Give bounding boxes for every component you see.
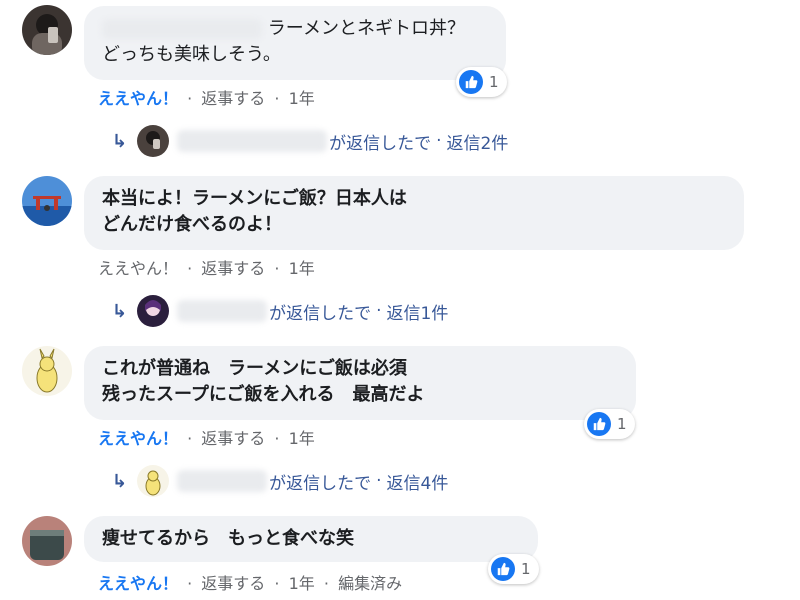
- reply-arrow-icon: ↳: [112, 300, 128, 322]
- timestamp[interactable]: 1年: [289, 259, 315, 278]
- separator: ·: [274, 89, 280, 108]
- avatar[interactable]: [22, 176, 72, 226]
- redacted-replier-name: [177, 300, 268, 322]
- avatar[interactable]: [22, 516, 72, 566]
- replied-text: が返信したで: [269, 303, 372, 324]
- thumbs-up-icon: [587, 412, 611, 436]
- separator: ·: [187, 259, 193, 278]
- comment-actions: ええやん！ · 返事する · 1年: [98, 255, 315, 279]
- comment-text-line-2: どんだけ食べるのよ！: [102, 214, 282, 235]
- timestamp[interactable]: 1年: [289, 574, 315, 593]
- comment-bubble: ラーメンとネギトロ丼？ どっちも美味しそう。: [84, 6, 506, 80]
- redacted-author-name: [102, 19, 262, 39]
- avatar[interactable]: [22, 346, 72, 396]
- reply-link[interactable]: 返事する: [201, 429, 265, 448]
- comment-text-line-1: 本当によ！ラーメンにご飯？日本人は: [102, 188, 407, 209]
- timestamp[interactable]: 1年: [289, 89, 315, 108]
- redacted-replier-name: [177, 470, 268, 492]
- comment-text-line-1: 痩せてるから もっと食べな笑: [102, 528, 354, 549]
- redacted-replier-name: [177, 130, 328, 152]
- like-link[interactable]: ええやん！: [98, 259, 178, 278]
- reaction-badge[interactable]: 1: [488, 554, 539, 584]
- view-replies-row[interactable]: ↳ が返信したで · 返信2件: [112, 124, 508, 158]
- reply-avatar: [137, 295, 170, 327]
- separator: ·: [274, 429, 280, 448]
- replied-text: が返信したで: [269, 473, 372, 494]
- edited-label: 編集済み: [338, 574, 403, 593]
- reply-arrow-icon: ↳: [112, 470, 128, 492]
- reply-link[interactable]: 返事する: [201, 259, 265, 278]
- timestamp[interactable]: 1年: [289, 429, 315, 448]
- comment-bubble: これが普通ね ラーメンにご飯は必須 残ったスープにご飯を入れる 最高だよ: [84, 346, 636, 420]
- avatar[interactable]: [22, 5, 72, 55]
- view-replies-row[interactable]: ↳ が返信したで · 返信1件: [112, 294, 448, 328]
- separator: ·: [376, 471, 382, 491]
- separator: ·: [274, 574, 280, 593]
- separator: ·: [376, 301, 382, 321]
- reply-arrow-icon: ↳: [112, 130, 128, 152]
- separator: ·: [187, 429, 193, 448]
- separator: ·: [323, 574, 329, 593]
- separator: ·: [274, 259, 280, 278]
- reaction-count: 1: [617, 415, 627, 433]
- reaction-count: 1: [521, 560, 531, 578]
- separator: ·: [436, 131, 442, 151]
- comment-text-line-2: 残ったスープにご飯を入れる 最高だよ: [102, 384, 425, 405]
- reply-avatar: [137, 125, 170, 157]
- reply-count: 返信1件: [386, 303, 449, 324]
- reply-count: 返信4件: [386, 473, 449, 494]
- reaction-badge[interactable]: 1: [456, 67, 507, 97]
- separator: ·: [187, 89, 193, 108]
- comment-actions: ええやん！ · 返事する · 1年: [98, 85, 315, 109]
- reply-link[interactable]: 返事する: [201, 89, 265, 108]
- view-replies-row[interactable]: ↳ が返信したで · 返信4件: [112, 464, 448, 498]
- comment-bubble: 痩せてるから もっと食べな笑: [84, 516, 538, 562]
- comment-text-line-1: これが普通ね ラーメンにご飯は必須: [102, 358, 407, 379]
- comment-text-line-1: ラーメンとネギトロ丼？: [267, 18, 466, 39]
- like-link[interactable]: ええやん！: [98, 89, 178, 108]
- thumbs-up-icon: [459, 70, 483, 94]
- reaction-badge[interactable]: 1: [584, 409, 635, 439]
- replied-text: が返信したで: [329, 133, 432, 154]
- like-link[interactable]: ええやん！: [98, 429, 178, 448]
- reaction-count: 1: [489, 73, 499, 91]
- reply-avatar: [137, 465, 170, 497]
- reply-link[interactable]: 返事する: [201, 574, 265, 593]
- comment-actions: ええやん！ · 返事する · 1年: [98, 425, 315, 449]
- comment-bubble: 本当によ！ラーメンにご飯？日本人は どんだけ食べるのよ！: [84, 176, 744, 250]
- thumbs-up-icon: [491, 557, 515, 581]
- like-link[interactable]: ええやん！: [98, 574, 178, 593]
- comment-actions: ええやん！ · 返事する · 1年 · 編集済み: [98, 570, 402, 594]
- comment-text-line-2: どっちも美味しそう。: [102, 44, 281, 65]
- separator: ·: [187, 574, 193, 593]
- reply-count: 返信2件: [446, 133, 509, 154]
